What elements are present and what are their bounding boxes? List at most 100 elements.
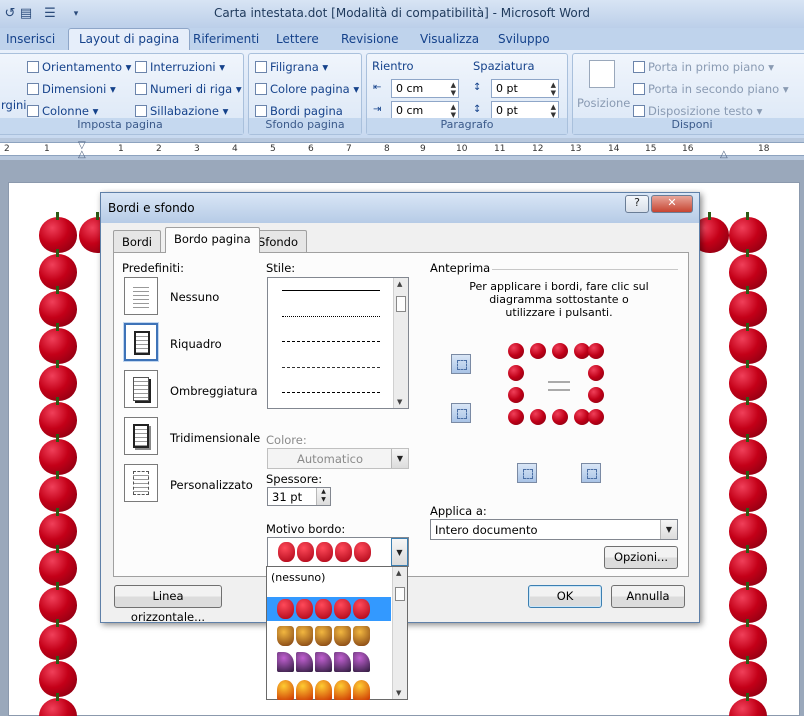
- chevron-down-icon[interactable]: ▼: [391, 538, 408, 566]
- style-dash-dot[interactable]: [282, 392, 380, 393]
- scroll-thumb[interactable]: [396, 296, 406, 312]
- spaziatura-prima-input[interactable]: 0 pt ▲ ▼: [491, 79, 559, 98]
- preset-personalizzato-label[interactable]: Personalizzato: [170, 478, 253, 492]
- annulla-button[interactable]: Annulla: [611, 585, 685, 608]
- porta-secondo-piano-button[interactable]: Porta in secondo piano ▾: [633, 82, 789, 96]
- preset-ombreggiatura-icon[interactable]: [124, 370, 158, 408]
- posizione-button[interactable]: Posizione: [577, 96, 630, 110]
- colore-pagina-button[interactable]: Colore pagina ▾: [255, 82, 359, 96]
- tab-layout-di-pagina[interactable]: Layout di pagina: [68, 28, 191, 51]
- dropdown-scrollbar[interactable]: ▲ ▼: [392, 567, 407, 699]
- bordi-pagina-button[interactable]: Bordi pagina: [255, 104, 343, 118]
- spin-arrows-icon[interactable]: ▲ ▼: [451, 81, 456, 97]
- ruler-number: 5: [270, 144, 276, 154]
- dialog-title-bar[interactable]: Bordi e sfondo: [101, 193, 699, 223]
- preset-tridimensionale-icon[interactable]: [124, 417, 158, 455]
- anteprima-label: Anteprima: [430, 261, 491, 275]
- dialog-title: Bordi e sfondo: [108, 201, 195, 215]
- tab-inserisci[interactable]: Inserisci: [6, 32, 55, 46]
- stile-scrollbar[interactable]: ▲ ▼: [393, 278, 408, 408]
- spin-arrows-icon[interactable]: ▲ ▼: [451, 103, 456, 119]
- orientamento-button[interactable]: Orientamento ▾: [27, 60, 131, 74]
- predefiniti-label: Predefiniti:: [122, 261, 184, 275]
- tab-revisione[interactable]: Revisione: [341, 32, 399, 46]
- applica-a-select[interactable]: Intero documento ▼: [430, 519, 678, 540]
- colore-select[interactable]: Automatico ▼: [267, 448, 409, 469]
- bordi-e-sfondo-dialog: Bordi e sfondo ? ✕ Bordi Bordo pagina Sf…: [100, 192, 700, 624]
- hyphenation-icon: [135, 105, 147, 117]
- horizontal-ruler[interactable]: 2 1 1 2 3 4 5 6 7 8 9 10 11 12 13 14 15 …: [0, 138, 804, 160]
- apple-icon: [39, 212, 77, 253]
- ok-button[interactable]: OK: [528, 585, 602, 608]
- border-top-toggle[interactable]: [451, 354, 471, 374]
- motivo-option-nessuno[interactable]: (nessuno): [271, 571, 325, 584]
- anteprima-diagram[interactable]: [506, 341, 608, 433]
- preset-nessuno-icon[interactable]: [124, 277, 158, 315]
- apple-icon: [729, 508, 767, 549]
- border-bottom-toggle[interactable]: [451, 403, 471, 423]
- scroll-thumb[interactable]: [395, 587, 405, 601]
- preset-riquadro-label[interactable]: Riquadro: [170, 337, 222, 351]
- tab-visualizza[interactable]: Visualizza: [420, 32, 479, 46]
- preset-nessuno-label[interactable]: Nessuno: [170, 290, 219, 304]
- applica-a-label: Applica a:: [430, 504, 487, 518]
- preset-ombreggiatura-label[interactable]: Ombreggiatura: [170, 384, 258, 398]
- chevron-down-icon[interactable]: ▼: [660, 520, 677, 539]
- filigrana-button[interactable]: Filigrana ▾: [255, 60, 328, 74]
- apple-icon: [39, 323, 77, 364]
- chevron-down-icon[interactable]: ▼: [391, 449, 408, 468]
- tab-sviluppo[interactable]: Sviluppo: [498, 32, 550, 46]
- margini-button[interactable]: rgini: [1, 98, 27, 112]
- tab-bordo-pagina[interactable]: Bordo pagina: [165, 227, 260, 253]
- sillabazione-button[interactable]: Sillabazione ▾: [135, 104, 228, 118]
- porta-primo-piano-button[interactable]: Porta in primo piano ▾: [633, 60, 774, 74]
- scroll-down-icon[interactable]: ▼: [397, 398, 402, 406]
- ruler-number: 3: [194, 144, 200, 154]
- opt-cakes-item-icon: [296, 626, 313, 646]
- motivo-bordo-dropdown-list[interactable]: (nessuno) ▲ ▼: [266, 566, 408, 700]
- dimensioni-button[interactable]: Dimensioni ▾: [27, 82, 116, 96]
- size-icon: [27, 83, 39, 95]
- motivo-option-apples[interactable]: [267, 597, 391, 621]
- hanging-indent-marker[interactable]: △: [78, 149, 86, 160]
- tab-riferimenti[interactable]: Riferimenti: [193, 32, 259, 46]
- preset-personalizzato-icon[interactable]: [124, 464, 158, 502]
- apple-icon: [729, 545, 767, 586]
- tab-bordi[interactable]: Bordi: [113, 230, 161, 252]
- scroll-up-icon[interactable]: ▲: [397, 280, 402, 288]
- preset-riquadro-icon[interactable]: [124, 323, 158, 361]
- motivo-bordo-select[interactable]: ▼: [267, 537, 409, 567]
- scroll-up-icon[interactable]: ▲: [396, 569, 401, 577]
- rientro-sinistro-input[interactable]: 0 cm ▲ ▼: [391, 79, 459, 98]
- style-solid[interactable]: [282, 290, 380, 291]
- help-button[interactable]: ?: [625, 195, 649, 213]
- style-dashed[interactable]: [282, 341, 380, 342]
- style-long-dash[interactable]: [282, 367, 380, 368]
- spessore-input[interactable]: 31 pt ▲ ▼: [267, 487, 331, 506]
- tab-lettere[interactable]: Lettere: [276, 32, 319, 46]
- right-indent-marker[interactable]: △: [720, 149, 728, 160]
- style-dotted[interactable]: [282, 316, 380, 317]
- interruzioni-button[interactable]: Interruzioni ▾: [135, 60, 225, 74]
- scroll-down-icon[interactable]: ▼: [396, 689, 401, 697]
- disposizione-testo-button[interactable]: Disposizione testo ▾: [633, 104, 762, 118]
- motivo-option-candles[interactable]: [267, 677, 391, 700]
- motivo-option-cake-slices[interactable]: [267, 651, 391, 673]
- position-icon[interactable]: [589, 60, 615, 88]
- motivo-option-cupcakes[interactable]: [267, 625, 391, 647]
- opzioni-button[interactable]: Opzioni...: [604, 546, 678, 569]
- preset-tridimensionale-label[interactable]: Tridimensionale: [170, 431, 260, 445]
- colonne-button[interactable]: Colonne ▾: [27, 104, 98, 118]
- send-back-icon: [633, 83, 645, 95]
- opt-apples-item-icon: [315, 599, 332, 619]
- border-right-toggle[interactable]: [581, 463, 601, 483]
- numeri-di-riga-button[interactable]: Numeri di riga ▾: [135, 82, 242, 96]
- linea-orizzontale-button[interactable]: Linea orizzontale...: [114, 585, 222, 624]
- stile-list[interactable]: ▲ ▼: [267, 277, 409, 409]
- spin-arrows-icon[interactable]: ▲ ▼: [551, 81, 556, 97]
- spin-arrows-icon[interactable]: ▲ ▼: [316, 488, 330, 505]
- preview-apple-icon: [508, 343, 524, 359]
- close-button[interactable]: ✕: [651, 195, 693, 213]
- spin-arrows-icon[interactable]: ▲ ▼: [551, 103, 556, 119]
- border-left-toggle[interactable]: [517, 463, 537, 483]
